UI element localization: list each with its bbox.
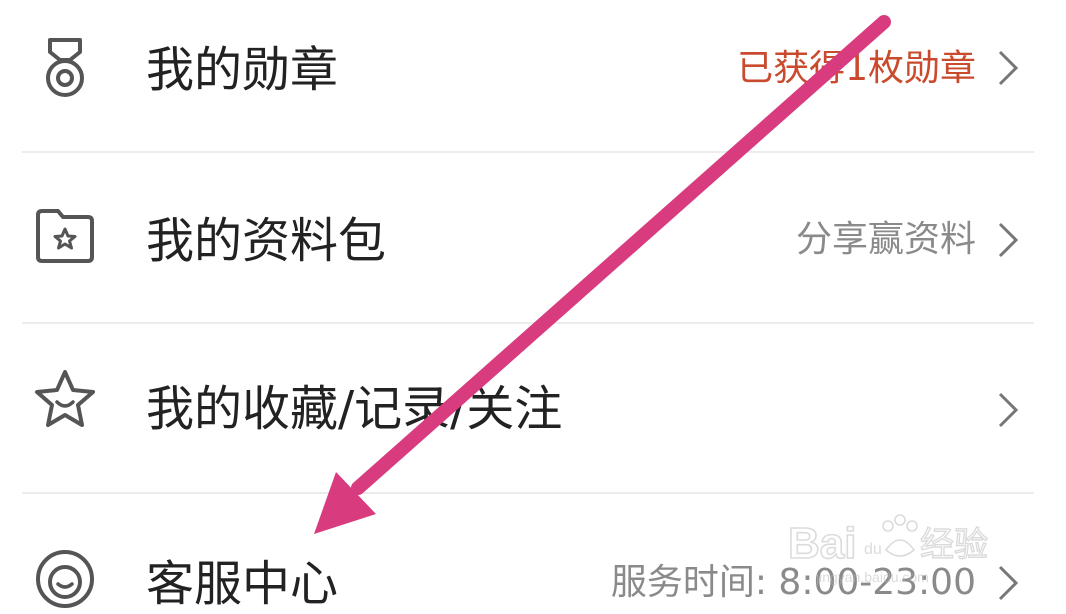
svg-text:jingyan.baidu.com: jingyan.baidu.com [815, 569, 929, 585]
star-smile-icon [32, 368, 98, 434]
settings-menu-screen: 我的勋章 已获得1枚勋章 我的资料包 分享赢资料 我的收藏/记录/关注 客服中心… [0, 0, 1066, 614]
svg-text:du: du [864, 541, 882, 558]
menu-label-customer-service: 客服中心 [146, 556, 339, 612]
baidu-jingyan-watermark-logo: Bai du 经验 jingyan.baidu.com [786, 500, 1006, 590]
headset-icon [32, 544, 98, 610]
menu-label-materials: 我的资料包 [146, 213, 387, 269]
chevron-right-icon [996, 220, 1020, 260]
share-hint-text: 分享赢资料 [795, 219, 976, 260]
medal-icon [32, 34, 98, 100]
svg-text:Bai: Bai [788, 519, 856, 568]
folder-star-icon [32, 203, 98, 269]
menu-label-medals: 我的勋章 [146, 42, 339, 98]
chevron-right-icon [996, 390, 1020, 430]
menu-row-medals[interactable]: 我的勋章 已获得1枚勋章 [0, 0, 1066, 150]
menu-row-favorites[interactable]: 我的收藏/记录/关注 [0, 324, 1066, 474]
menu-label-favorites: 我的收藏/记录/关注 [146, 381, 563, 437]
svg-text:经验: 经验 [920, 525, 988, 565]
menu-row-materials[interactable]: 我的资料包 分享赢资料 [0, 153, 1066, 303]
chevron-right-icon [996, 48, 1020, 88]
medal-count-text: 已获得1枚勋章 [737, 48, 976, 89]
